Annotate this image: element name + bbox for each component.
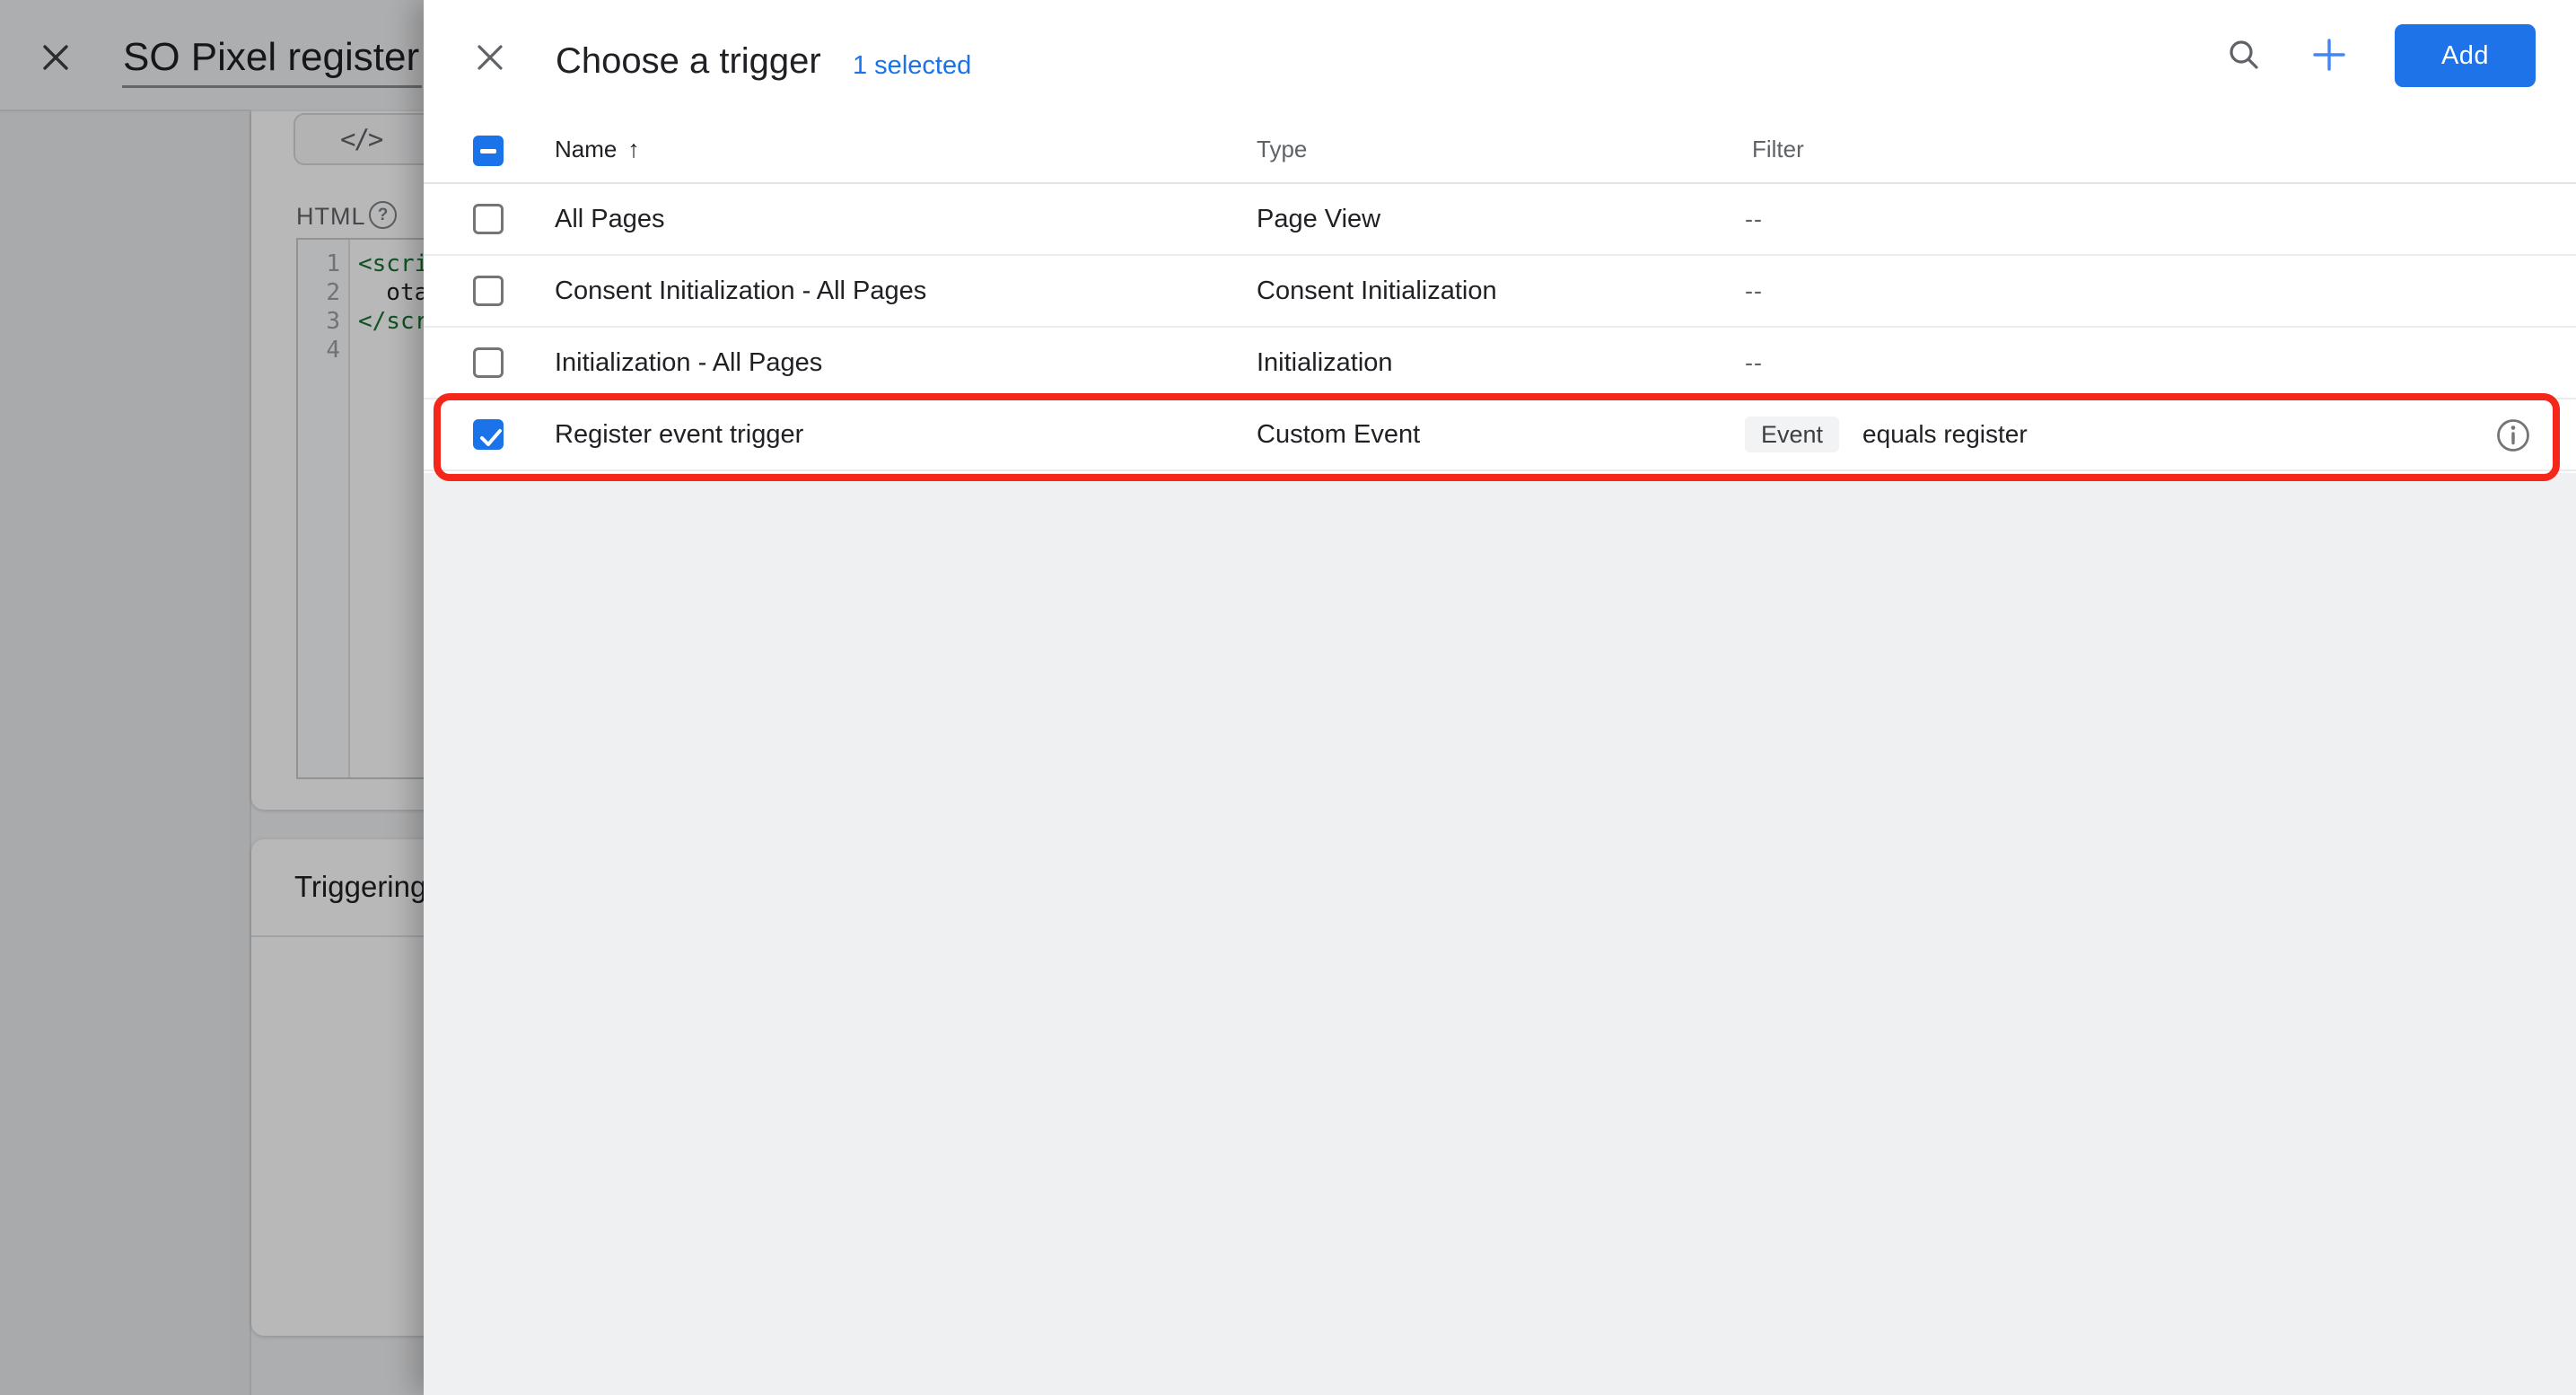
row-checkbox[interactable] <box>473 204 504 234</box>
row-checkbox[interactable] <box>473 419 504 450</box>
row-name: Initialization - All Pages <box>555 347 823 377</box>
modal-scrim[interactable] <box>0 0 424 1395</box>
selected-count-link[interactable]: 1 selected <box>853 50 971 81</box>
column-header-type: Type <box>1257 136 1308 162</box>
row-filter-value: -- <box>1745 276 1763 304</box>
row-name: Register event trigger <box>555 419 804 449</box>
search-icon[interactable] <box>2228 39 2260 71</box>
row-type: Custom Event <box>1257 419 1421 449</box>
new-trigger-plus-icon[interactable] <box>2311 37 2347 73</box>
row-checkbox[interactable] <box>473 276 504 306</box>
row-type: Initialization <box>1257 347 1393 377</box>
row-filter-value: -- <box>1745 348 1763 376</box>
add-button[interactable]: Add <box>2395 24 2536 87</box>
row-name: Consent Initialization - All Pages <box>555 276 927 305</box>
row-filter-chip: Event <box>1745 417 1840 452</box>
table-row[interactable]: Initialization - All Pages Initializatio… <box>424 328 2576 399</box>
row-type: Page View <box>1257 204 1381 233</box>
choose-trigger-dialog: Choose a trigger 1 selected Add Name ↑ T… <box>424 0 2576 1395</box>
info-icon[interactable] <box>2495 417 2531 453</box>
table-row[interactable]: All Pages Page View -- <box>424 184 2576 256</box>
row-filter-value: -- <box>1745 205 1763 232</box>
row-name: All Pages <box>555 204 665 233</box>
dialog-title: Choose a trigger <box>556 41 821 81</box>
trigger-table-body: All Pages Page View -- Consent Initializ… <box>424 184 2576 471</box>
column-header-filter: Filter <box>1752 136 1804 162</box>
table-row[interactable]: Consent Initialization - All Pages Conse… <box>424 256 2576 328</box>
sort-by-name-header[interactable]: Name ↑ <box>555 117 640 182</box>
sort-ascending-icon: ↑ <box>627 136 640 162</box>
table-row[interactable]: Register event trigger Custom Event Even… <box>424 399 2576 471</box>
close-dialog-icon[interactable] <box>473 40 507 75</box>
tag-editor-panel: SO Pixel register ev </> HTML ? 1234 <sc… <box>0 0 424 1395</box>
gtm-screen: SO Pixel register ev </> HTML ? 1234 <sc… <box>0 0 2576 1395</box>
row-type: Consent Initialization <box>1257 276 1497 305</box>
select-all-checkbox[interactable] <box>473 136 504 166</box>
row-checkbox[interactable] <box>473 347 504 378</box>
column-header-name: Name <box>555 136 618 162</box>
row-filter-text: equals register <box>1862 420 2028 448</box>
table-header: Name ↑ Type Filter <box>424 117 2576 182</box>
